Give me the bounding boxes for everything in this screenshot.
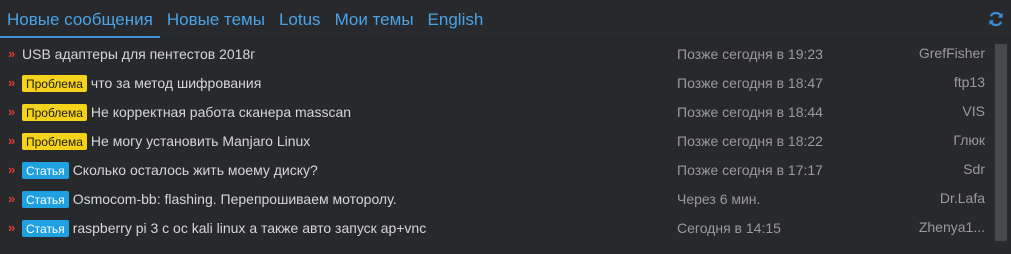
thread-title[interactable]: что за метод шифрования: [91, 75, 261, 91]
tab-english[interactable]: English: [421, 0, 491, 38]
double-chevron-right-icon: »: [8, 75, 15, 90]
scrollbar-thumb[interactable]: [995, 44, 1007, 241]
article-badge: Статья: [22, 219, 69, 237]
thread-author[interactable]: GrefFisher: [919, 45, 985, 61]
thread-time: Позже сегодня в 19:23: [677, 46, 823, 62]
tab-new-messages[interactable]: Новые сообщения: [0, 0, 160, 39]
thread-time: Позже сегодня в 18:22: [677, 133, 823, 149]
new-posts-widget: Новые сообщения Новые темы Lotus Мои тем…: [0, 0, 1011, 254]
thread-time: Позже сегодня в 17:17: [677, 162, 823, 178]
thread-title[interactable]: Не могу установить Manjaro Linux: [91, 133, 310, 149]
article-badge: Статья: [22, 161, 69, 179]
thread-author[interactable]: VIS: [962, 103, 985, 119]
list-item[interactable]: » Статья Osmocom-bb: flashing. Перепроши…: [0, 184, 993, 213]
thread-title[interactable]: Не корректная работа сканера masscan: [91, 104, 351, 120]
tab-lotus[interactable]: Lotus: [272, 0, 328, 38]
list-item[interactable]: » Проблема что за метод шифрования Позже…: [0, 68, 993, 97]
thread-title[interactable]: Сколько осталось жить моему диску?: [73, 162, 318, 178]
list-item[interactable]: » Проблема Не корректная работа сканера …: [0, 97, 993, 126]
list-item[interactable]: » Проблема Не могу установить Manjaro Li…: [0, 126, 993, 155]
problem-badge: Проблема: [22, 132, 87, 150]
problem-badge: Проблема: [22, 74, 87, 92]
double-chevron-right-icon: »: [8, 162, 15, 177]
thread-author[interactable]: Zhenya1...: [919, 219, 985, 235]
thread-time: Позже сегодня в 18:44: [677, 104, 823, 120]
thread-author[interactable]: Глюк: [953, 132, 985, 148]
thread-time: Через 6 мин.: [677, 191, 761, 207]
thread-author[interactable]: Dr.Lafa: [940, 190, 985, 206]
article-badge: Статья: [22, 190, 69, 208]
double-chevron-right-icon: »: [8, 133, 15, 148]
list-item[interactable]: » Статья raspberry pi 3 с ос kali linux …: [0, 213, 993, 242]
double-chevron-right-icon: »: [8, 46, 15, 61]
thread-time: Позже сегодня в 18:47: [677, 75, 823, 91]
list-item[interactable]: » USB адаптеры для пентестов 2018г Позже…: [0, 39, 993, 68]
double-chevron-right-icon: »: [8, 191, 15, 206]
refresh-icon[interactable]: [988, 11, 1004, 27]
double-chevron-right-icon: »: [8, 220, 15, 235]
thread-title[interactable]: Osmocom-bb: flashing. Перепрошиваем мото…: [73, 191, 397, 207]
list-item[interactable]: » Статья Сколько осталось жить моему дис…: [0, 155, 993, 184]
thread-time: Сегодня в 14:15: [677, 220, 781, 236]
tab-new-threads[interactable]: Новые темы: [160, 0, 272, 38]
thread-author[interactable]: ftp13: [954, 74, 985, 90]
thread-list: » USB адаптеры для пентестов 2018г Позже…: [0, 39, 993, 242]
thread-title[interactable]: raspberry pi 3 с ос kali linux а также а…: [73, 220, 427, 236]
problem-badge: Проблема: [22, 103, 87, 121]
thread-author[interactable]: Sdr: [963, 161, 985, 177]
double-chevron-right-icon: »: [8, 104, 15, 119]
tab-my-threads[interactable]: Мои темы: [328, 0, 421, 38]
tab-bar: Новые сообщения Новые темы Lotus Мои тем…: [0, 0, 1011, 40]
thread-title[interactable]: USB адаптеры для пентестов 2018г: [22, 46, 255, 62]
